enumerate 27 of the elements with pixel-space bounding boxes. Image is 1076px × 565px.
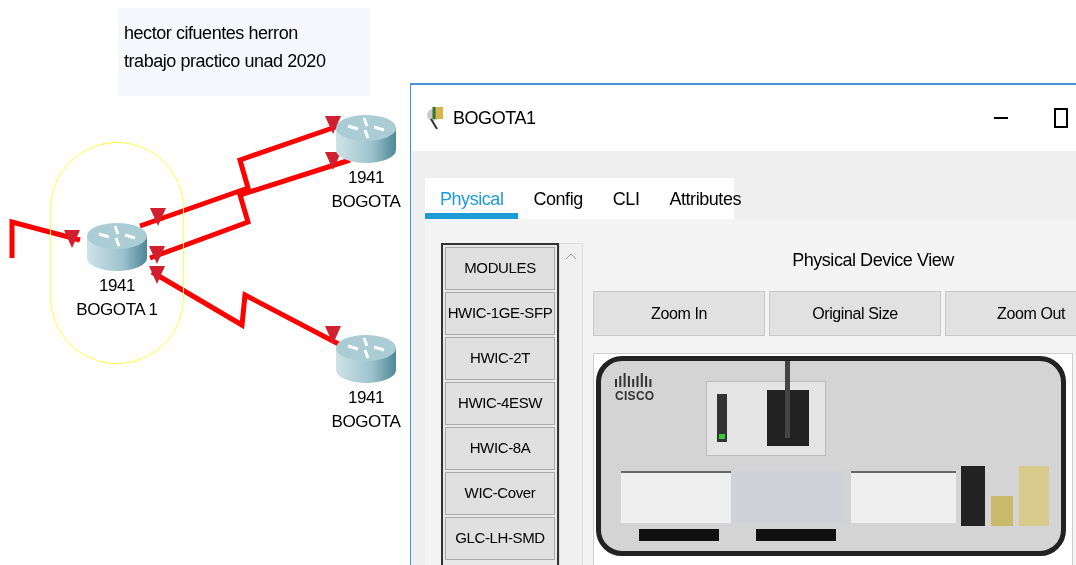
console-port [991, 496, 1013, 526]
module-item[interactable]: MODULES [445, 247, 555, 290]
view-title: Physical Device View [791, 249, 956, 272]
window-title: BOGOTA1 [453, 106, 536, 130]
module-item[interactable]: GLC-LH-SMD [445, 517, 555, 560]
tab[interactable]: CLI [597, 178, 655, 219]
zoom-button[interactable]: Zoom Out [945, 291, 1076, 336]
module-item[interactable]: HWIC-2T [445, 337, 555, 380]
device-name: BOGOTA [331, 191, 401, 213]
tab[interactable]: Config [518, 178, 598, 219]
device-name: BOGOTA [331, 411, 401, 433]
module-item[interactable]: WIC-Cover [445, 472, 555, 515]
usb-port [1019, 466, 1049, 526]
device-name: BOGOTA 1 [76, 299, 158, 321]
module-item[interactable]: HWIC-8A [445, 427, 555, 470]
zoom-button[interactable]: Original Size [769, 291, 941, 336]
brand-logo: CISCO [615, 388, 655, 405]
zoom-button[interactable]: Zoom In [593, 291, 765, 336]
note-text: trabajo practico unad 2020 [124, 50, 327, 72]
device-model: 1941 [98, 275, 136, 297]
module-item[interactable]: HWIC-4ESW [445, 382, 555, 425]
note-text: hector cifuentes herron [124, 22, 299, 44]
module-item[interactable]: HWIC-1GE-SFP [445, 292, 555, 335]
ethernet-port [961, 466, 985, 526]
tab[interactable]: Attributes [654, 178, 756, 219]
device-model: 1941 [347, 167, 385, 189]
device-model: 1941 [347, 387, 385, 409]
